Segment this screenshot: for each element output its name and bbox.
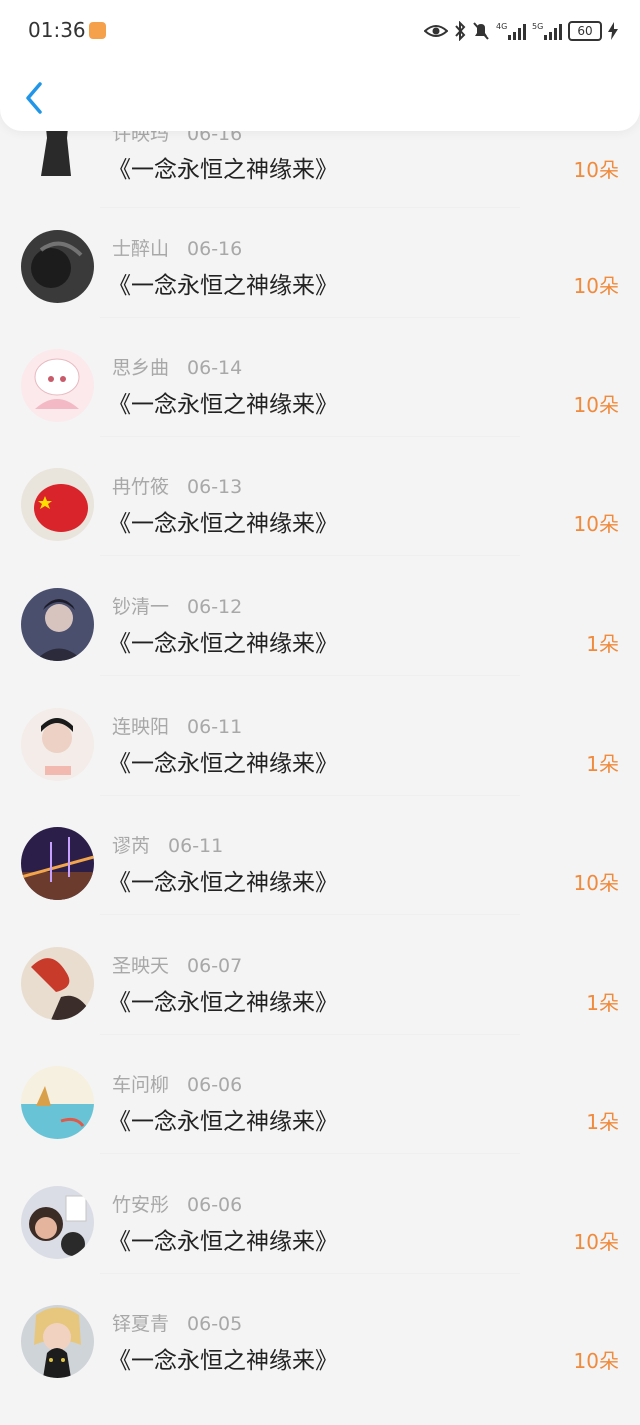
back-button[interactable]: [20, 78, 50, 118]
user-name: 车问柳: [112, 1074, 170, 1096]
avatar[interactable]: [21, 708, 94, 781]
divider: [100, 675, 520, 676]
charging-icon: [608, 22, 618, 40]
divider: [100, 1034, 520, 1035]
divider: [100, 207, 520, 208]
user-name: 竹安彤: [112, 1194, 170, 1216]
book-title: 《一念永恒之神缘来》: [108, 273, 338, 299]
list-item[interactable]: 谬芮 06-11 《一念永恒之神缘来》 10朵: [0, 827, 640, 947]
chevron-left-icon: [26, 82, 42, 114]
list-item[interactable]: 冉竹筱 06-13 《一念永恒之神缘来》 10朵: [0, 468, 640, 588]
avatar[interactable]: [21, 468, 94, 541]
date: 06-14: [187, 357, 243, 379]
book-title: 《一念永恒之神缘来》: [108, 157, 338, 183]
avatar[interactable]: [21, 230, 94, 303]
avatar[interactable]: [21, 1066, 94, 1139]
avatar[interactable]: [21, 1186, 94, 1259]
user-name: 谬芮: [112, 835, 151, 857]
user-name: 冉竹筱: [112, 476, 170, 498]
bluetooth-icon: [455, 21, 466, 41]
avatar[interactable]: [21, 1305, 94, 1378]
list-item[interactable]: 思乡曲 06-14 《一念永恒之神缘来》 10朵: [0, 349, 640, 469]
user-name: 圣映天: [112, 955, 170, 977]
user-name: 铎夏青: [112, 1313, 170, 1335]
book-title: 《一念永恒之神缘来》: [108, 1348, 338, 1374]
book-title: 《一念永恒之神缘来》: [108, 870, 338, 896]
book-title: 《一念永恒之神缘来》: [108, 990, 338, 1016]
status-time: 01:36: [28, 18, 86, 42]
flower-count: 10朵: [573, 1349, 619, 1373]
book-title: 《一念永恒之神缘来》: [108, 631, 338, 657]
book-title: 《一念永恒之神缘来》: [108, 392, 338, 418]
date: 06-11: [187, 716, 243, 738]
flower-count: 1朵: [586, 632, 619, 656]
divider: [100, 795, 520, 796]
list-item[interactable]: 士醉山 06-16 《一念永恒之神缘来》 10朵: [0, 230, 640, 350]
date: 06-06: [187, 1074, 243, 1096]
flower-count: 10朵: [573, 393, 619, 417]
list-item[interactable]: 铎夏青 06-05 《一念永恒之神缘来》 10朵: [0, 1305, 640, 1425]
date: 06-13: [187, 476, 243, 498]
status-icons: 4G 5G 60: [424, 18, 618, 44]
list-item[interactable]: 圣映天 06-07 《一念永恒之神缘来》 1朵: [0, 947, 640, 1067]
date: 06-11: [168, 835, 224, 857]
book-title: 《一念永恒之神缘来》: [108, 751, 338, 777]
flower-count: 1朵: [586, 991, 619, 1015]
divider: [100, 1273, 520, 1274]
avatar[interactable]: [21, 827, 94, 900]
flower-count: 1朵: [586, 1110, 619, 1134]
signal-5g-icon: 5G: [532, 22, 562, 40]
date: 06-16: [187, 238, 243, 260]
date: 06-06: [187, 1194, 243, 1216]
list-item[interactable]: 许映玛 06-16 《一念永恒之神缘来》 10朵: [0, 118, 640, 245]
avatar[interactable]: [21, 947, 94, 1020]
list-item[interactable]: 车问柳 06-06 《一念永恒之神缘来》 1朵: [0, 1066, 640, 1186]
battery-icon: 60: [568, 21, 602, 41]
flower-count: 10朵: [573, 274, 619, 298]
svg-text:5G: 5G: [532, 22, 543, 31]
user-name: 士醉山: [112, 238, 170, 260]
user-name: 钞清一: [112, 596, 170, 618]
eye-icon: [424, 25, 448, 37]
flower-count: 1朵: [586, 752, 619, 776]
list-item[interactable]: 竹安彤 06-06 《一念永恒之神缘来》 10朵: [0, 1186, 640, 1306]
avatar[interactable]: [21, 588, 94, 661]
divider: [100, 317, 520, 318]
svg-text:4G: 4G: [496, 22, 507, 31]
divider: [100, 914, 520, 915]
book-title: 《一念永恒之神缘来》: [108, 1109, 338, 1135]
user-name: 连映阳: [112, 716, 170, 738]
avatar[interactable]: [21, 349, 94, 422]
app-notification-icon: [89, 22, 106, 39]
date: 06-07: [187, 955, 243, 977]
signal-4g-icon: 4G: [496, 22, 526, 40]
book-title: 《一念永恒之神缘来》: [108, 1229, 338, 1255]
flower-count: 10朵: [573, 1230, 619, 1254]
divider: [100, 436, 520, 437]
user-name: 思乡曲: [112, 357, 170, 379]
divider: [100, 555, 520, 556]
flower-count: 10朵: [573, 158, 619, 182]
book-title: 《一念永恒之神缘来》: [108, 511, 338, 537]
mute-bell-icon: [473, 22, 489, 40]
divider: [100, 1153, 520, 1154]
top-bar: 01:36 4G 5G 60: [0, 0, 640, 131]
date: 06-12: [187, 596, 243, 618]
date: 06-05: [187, 1313, 243, 1335]
list-item[interactable]: 连映阳 06-11 《一念永恒之神缘来》 1朵: [0, 708, 640, 828]
flower-count: 10朵: [573, 871, 619, 895]
list-item[interactable]: 钞清一 06-12 《一念永恒之神缘来》 1朵: [0, 588, 640, 708]
flower-count: 10朵: [573, 512, 619, 536]
